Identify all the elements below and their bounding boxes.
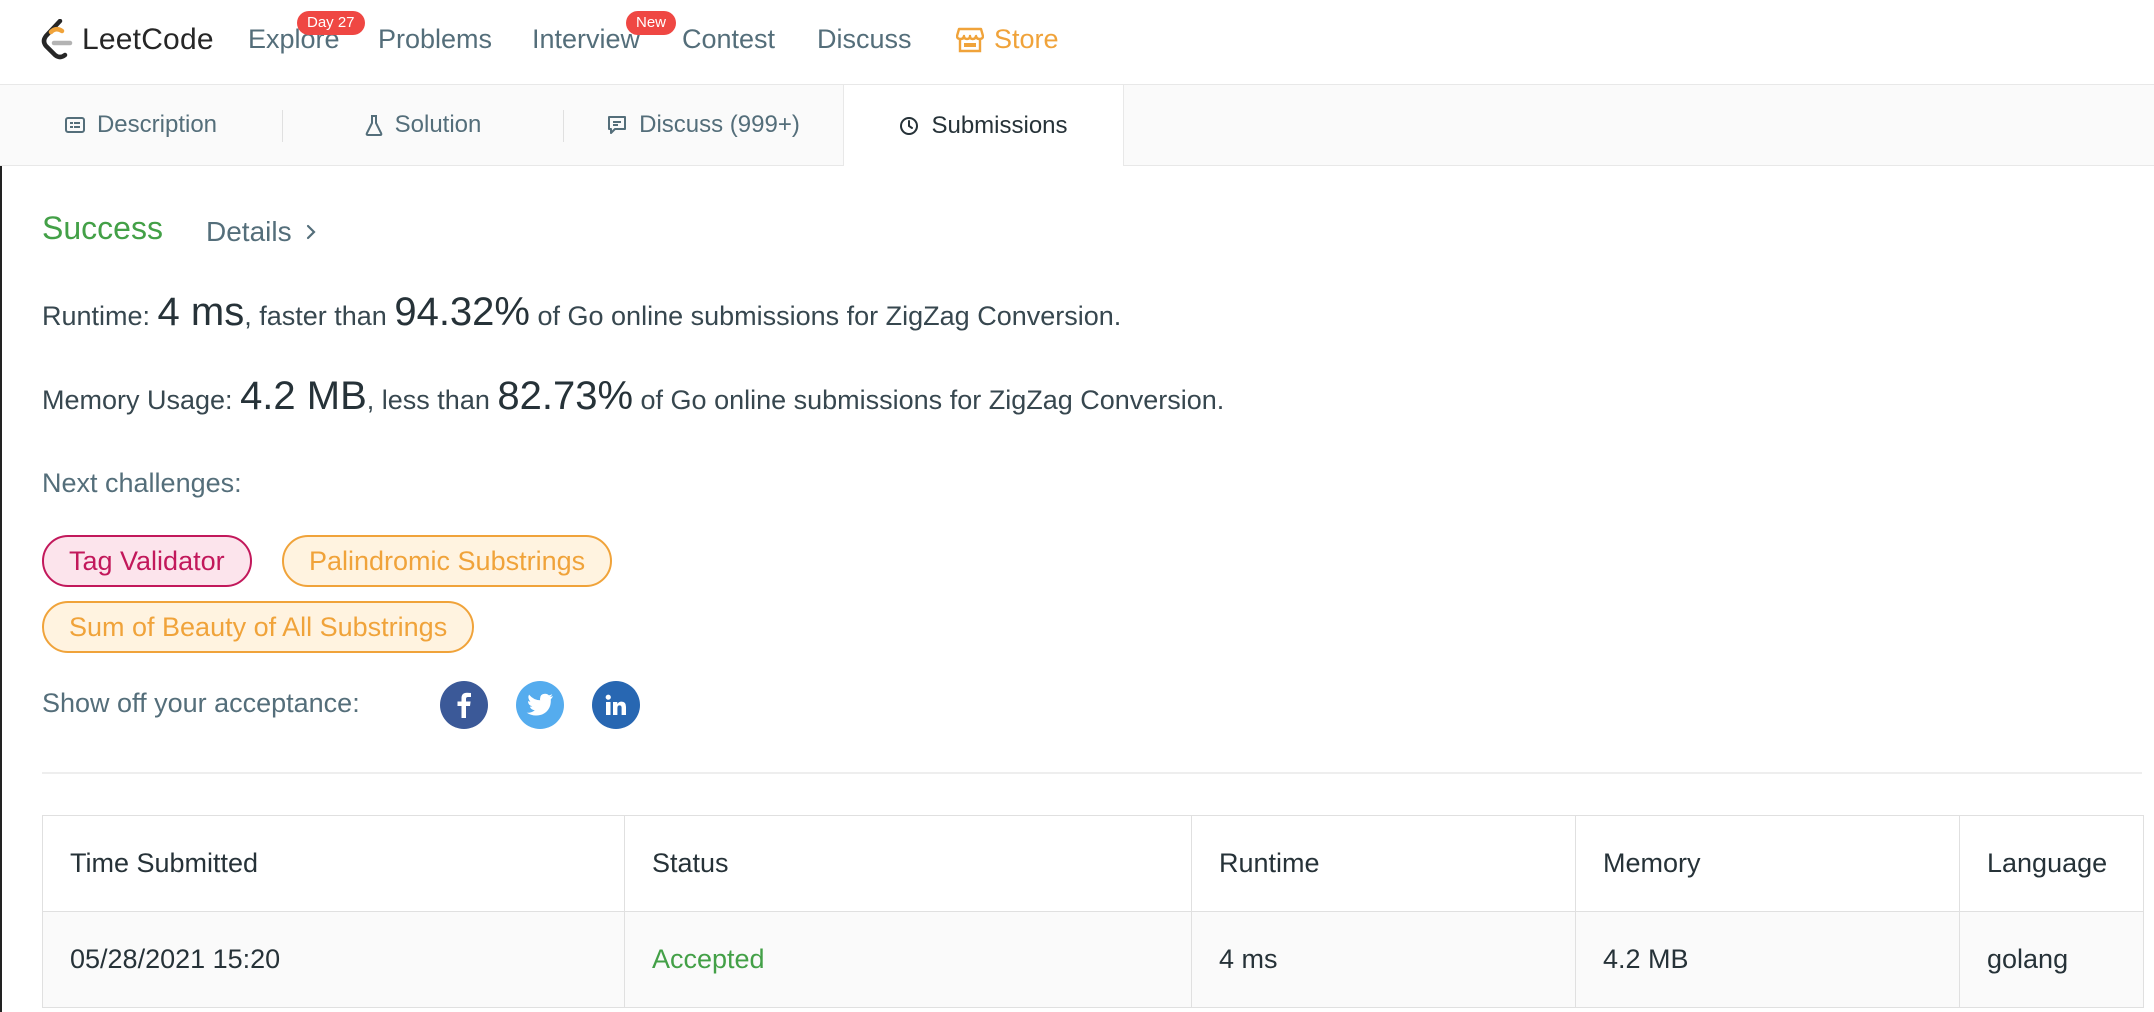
memory-value: 4.2 MB (240, 374, 367, 418)
tab-description-label: Description (96, 111, 218, 138)
section-divider (42, 772, 2142, 774)
memory-mid: , less than (366, 385, 498, 415)
nav-discuss-label: Discuss (817, 24, 912, 54)
column-header[interactable]: Language (1960, 816, 2143, 911)
memory-tail: of Go online submissions for ZigZag Conv… (633, 385, 1225, 415)
submissions-table: Time Submitted Status Runtime Memory Lan… (42, 815, 2144, 1008)
challenge-chip[interactable]: Sum of Beauty of All Substrings (42, 601, 475, 653)
memory-percent: 82.73% (497, 374, 634, 418)
new-badge: New (626, 11, 677, 35)
linkedin-share-button[interactable] (592, 681, 640, 729)
column-header[interactable]: Runtime (1192, 816, 1576, 911)
leetcode-logo-icon (41, 19, 73, 60)
problem-tabbar: Description Solution Discuss (999+) Subm… (0, 85, 2154, 166)
day-badge: Day 27 (297, 11, 365, 35)
twitter-icon (526, 693, 553, 716)
facebook-share-button[interactable] (440, 681, 488, 729)
cell-runtime: 4 ms (1192, 912, 1576, 1007)
cell-memory: 4.2 MB (1576, 912, 1960, 1007)
runtime-line: Runtime: 4 ms, faster than 94.32% of Go … (42, 290, 1121, 335)
column-header[interactable]: Memory (1576, 816, 1960, 911)
tab-submissions-label: Submissions (931, 111, 1068, 139)
nav-contest-label: Contest (682, 24, 776, 54)
nav-problems[interactable]: Problems (378, 24, 492, 55)
nav-contest[interactable]: Contest (682, 24, 775, 55)
nav-discuss[interactable]: Discuss (817, 24, 912, 55)
tab-discuss-label: Discuss (999+) (639, 111, 800, 138)
logo-text: LeetCode (82, 23, 214, 56)
table-header-row: Time Submitted Status Runtime Memory Lan… (43, 816, 2143, 912)
comment-icon (608, 116, 627, 134)
runtime-label: Runtime: (42, 301, 158, 331)
store-icon (956, 27, 984, 52)
chevron-right-icon (306, 224, 316, 240)
share-label: Show off your acceptance: (42, 688, 360, 718)
details-label: Details (206, 216, 292, 247)
tab-description[interactable]: Description (0, 85, 282, 165)
cell-time-submitted: 05/28/2021 15:20 (43, 912, 625, 1007)
table-row[interactable]: 05/28/2021 15:20 Accepted 4 ms 4.2 MB go… (43, 912, 2143, 1008)
nav-store-label: Store (994, 24, 1059, 54)
tab-solution-label: Solution (394, 111, 482, 138)
facebook-icon (457, 692, 471, 718)
memory-label: Memory Usage: (42, 385, 241, 415)
flask-icon (365, 115, 382, 136)
nav-store[interactable]: Store (956, 24, 1059, 55)
runtime-mid: , faster than (244, 301, 395, 331)
runtime-tail: of Go online submissions for ZigZag Conv… (530, 301, 1122, 331)
twitter-share-button[interactable] (516, 681, 564, 729)
memory-line: Memory Usage: 4.2 MB, less than 82.73% o… (42, 374, 1224, 419)
tab-discuss[interactable]: Discuss (999+) (564, 85, 843, 165)
challenge-chip[interactable]: Palindromic Substrings (282, 535, 613, 587)
cell-status-link[interactable]: Accepted (625, 912, 1192, 1007)
tab-solution[interactable]: Solution (283, 85, 563, 165)
runtime-value: 4 ms (157, 290, 245, 334)
nav-interview-label: Interview (532, 24, 641, 54)
top-navbar: LeetCode Explore Day 27 Problems Intervi… (0, 0, 2154, 85)
details-link[interactable]: Details (206, 216, 316, 248)
logo[interactable]: LeetCode (40, 18, 214, 62)
runtime-percent: 94.32% (394, 290, 530, 334)
linkedin-icon (605, 694, 626, 715)
next-challenges-label: Next challenges: (42, 468, 242, 498)
nav-interview[interactable]: Interview New (532, 11, 677, 55)
challenge-chip[interactable]: Tag Validator (42, 535, 252, 587)
result-status: Success (42, 210, 163, 246)
description-icon (64, 117, 85, 133)
column-header[interactable]: Status (625, 816, 1192, 911)
cell-language: golang (1987, 944, 2069, 974)
nav-problems-label: Problems (378, 24, 493, 54)
column-header[interactable]: Time Submitted (43, 816, 625, 911)
tab-submissions[interactable]: Submissions (843, 85, 1124, 166)
nav-explore[interactable]: Explore Day 27 (248, 11, 365, 55)
clock-icon (900, 116, 919, 135)
